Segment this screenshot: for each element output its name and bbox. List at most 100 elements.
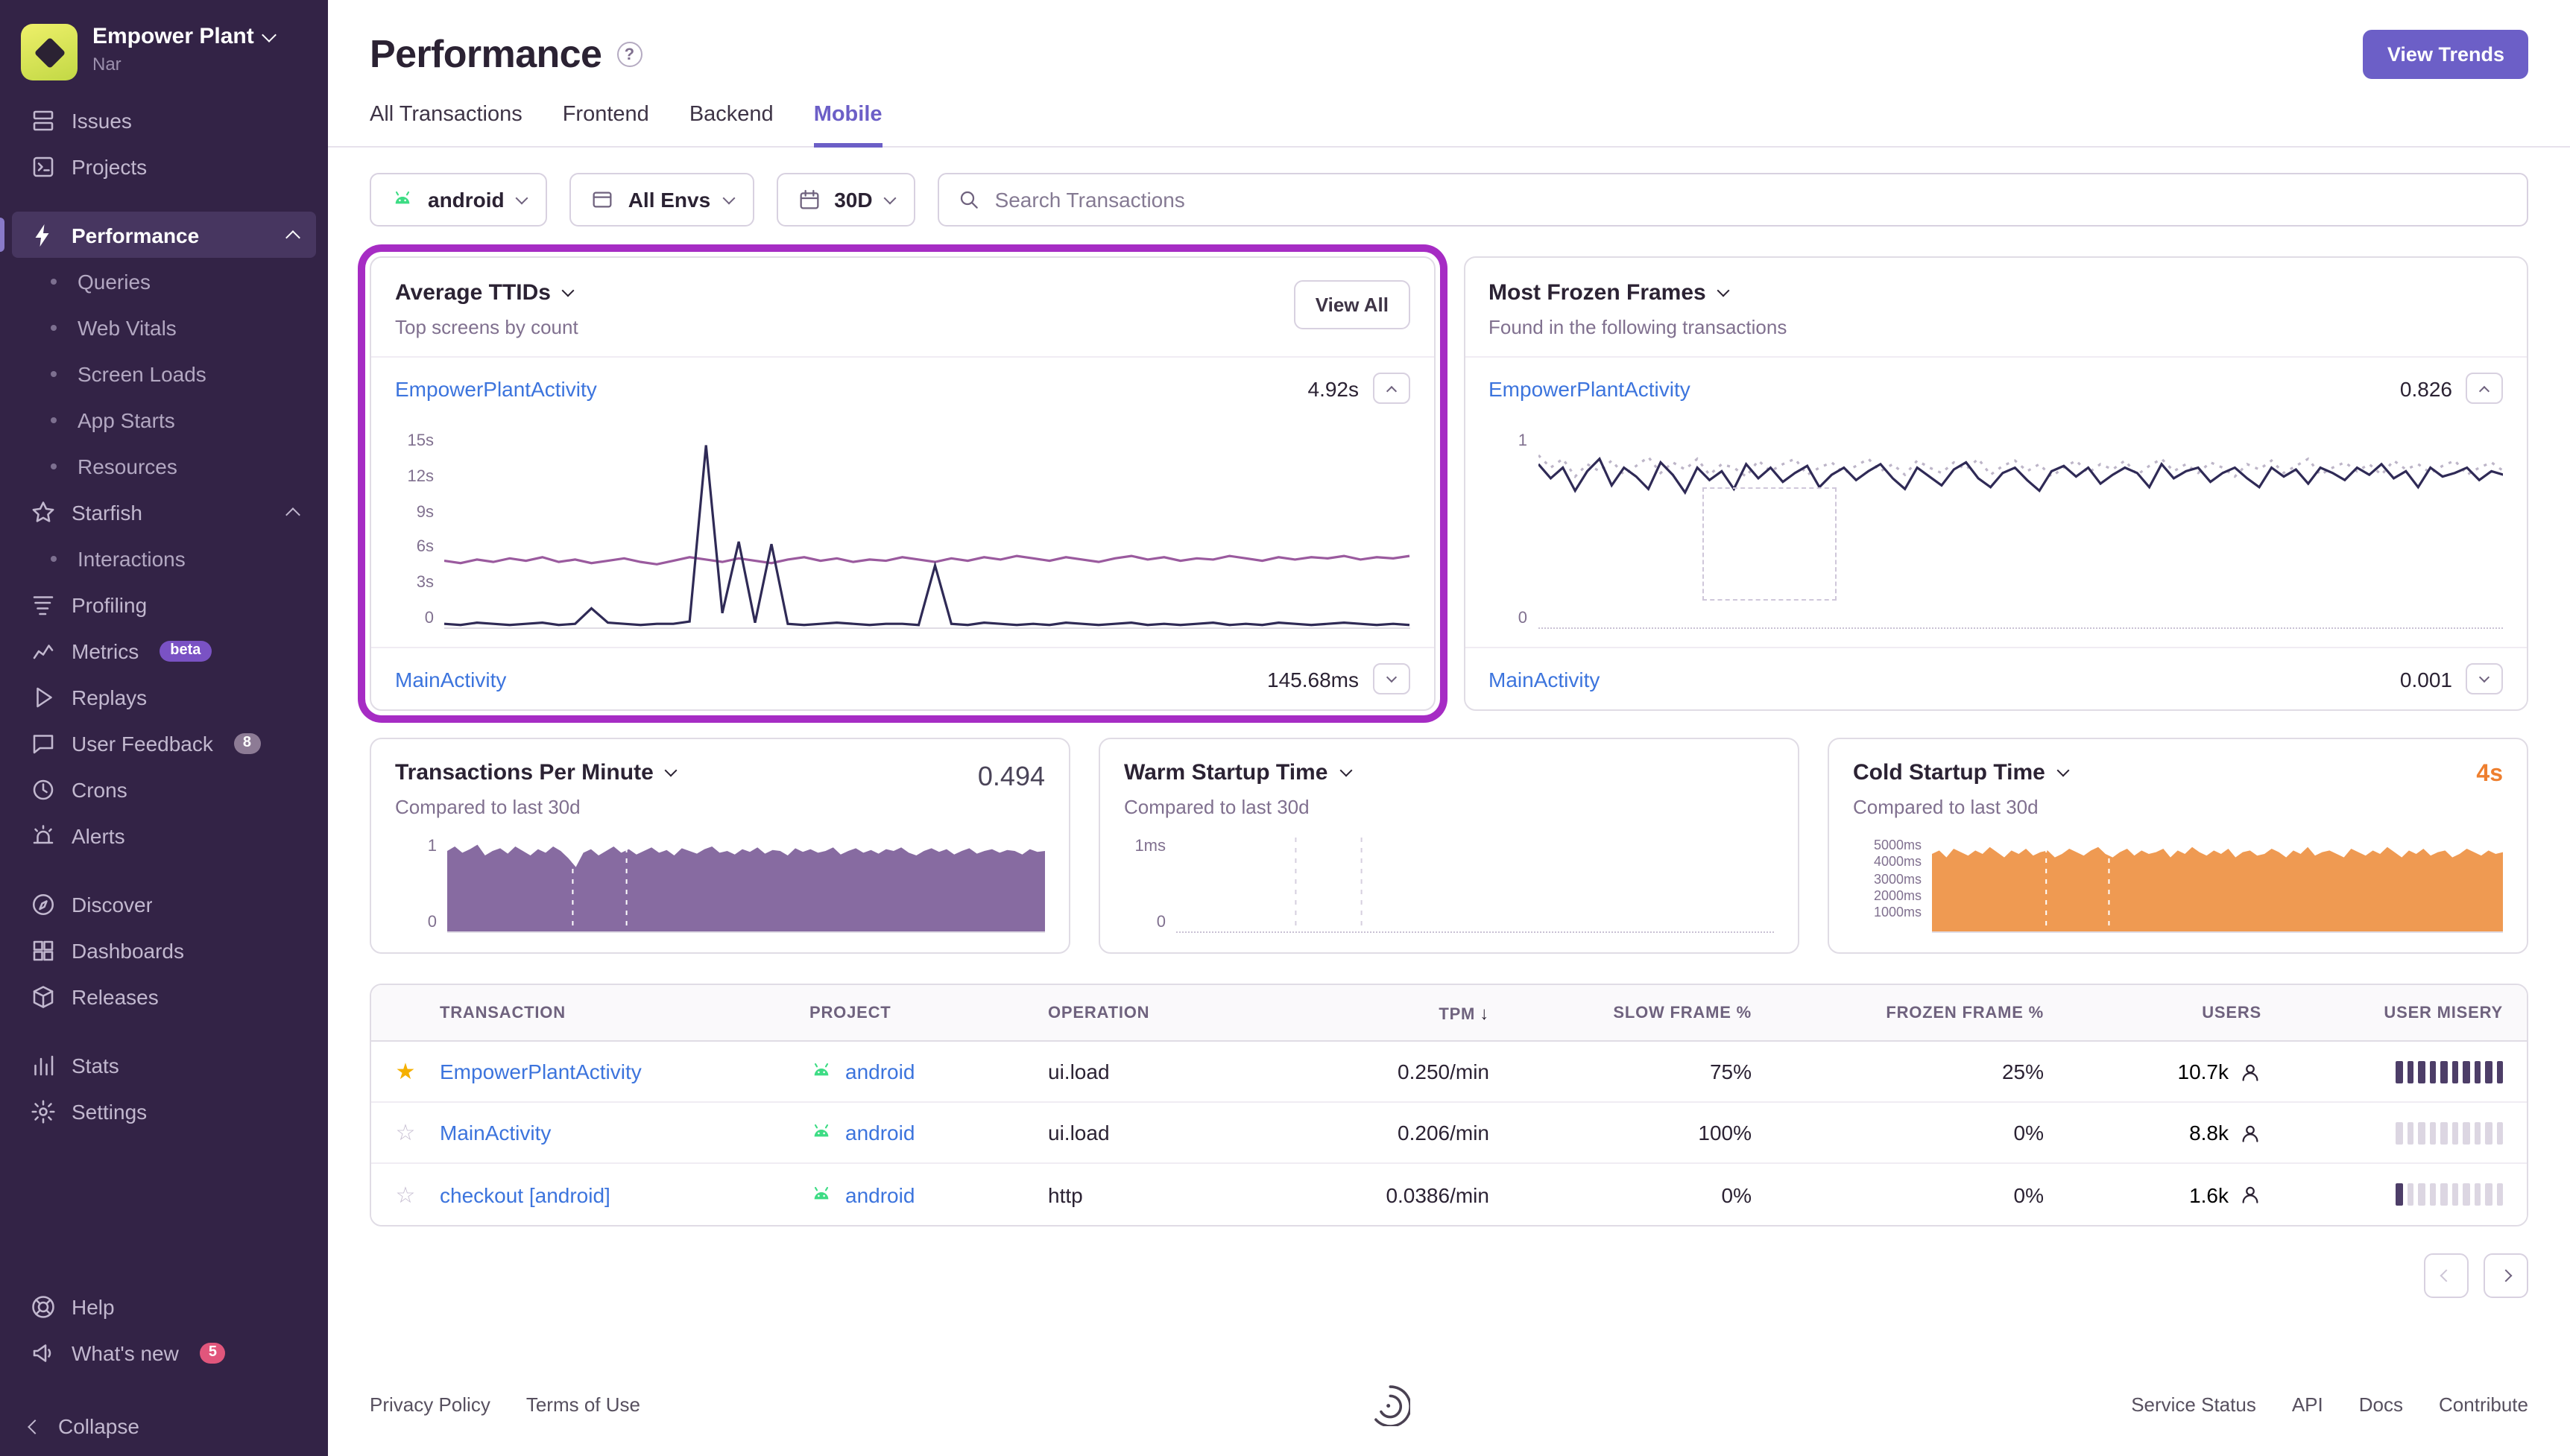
- warm-chart-block: 1ms 0: [1124, 838, 1774, 933]
- nav-spacer: [0, 858, 328, 881]
- terms-of-use-link[interactable]: Terms of Use: [526, 1393, 640, 1415]
- org-switcher[interactable]: Empower Plant Nar: [0, 0, 328, 95]
- column-slow-frame[interactable]: SLOW FRAME %: [1489, 1004, 1752, 1022]
- column-transaction[interactable]: TRANSACTION: [440, 1004, 809, 1022]
- operation-cell: ui.load: [1048, 1121, 1266, 1145]
- sidebar-item-app-starts[interactable]: App Starts: [12, 396, 316, 443]
- lightning-icon: [30, 221, 57, 248]
- expand-toggle-button[interactable]: [1372, 663, 1409, 694]
- docs-link[interactable]: Docs: [2359, 1393, 2403, 1415]
- sidebar-item-replays[interactable]: Replays: [12, 674, 316, 720]
- ttid-value: 4.92s: [1308, 376, 1360, 400]
- sidebar-collapse-button[interactable]: Collapse: [0, 1396, 328, 1456]
- chevron-up-icon: [2479, 385, 2490, 396]
- service-status-link[interactable]: Service Status: [2131, 1393, 2256, 1415]
- next-page-button[interactable]: [2484, 1253, 2528, 1298]
- transaction-link[interactable]: EmpowerPlantActivity: [395, 376, 597, 400]
- frozen-frames-title-select[interactable]: Most Frozen Frames: [1488, 280, 1787, 306]
- ttid-row-empowerplantactivity: EmpowerPlantActivity 4.92s: [371, 356, 1433, 419]
- search-input[interactable]: [995, 188, 2509, 212]
- transaction-link[interactable]: MainActivity: [1488, 667, 1600, 691]
- sidebar-item-releases[interactable]: Releases: [12, 973, 316, 1019]
- nav-spacer: [0, 189, 328, 212]
- tpm-title-select[interactable]: Transactions Per Minute: [395, 760, 1045, 785]
- column-user-misery[interactable]: USER MISERY: [2261, 1004, 2527, 1022]
- favorite-star-filled[interactable]: [371, 1058, 440, 1085]
- column-project[interactable]: PROJECT: [809, 1004, 1048, 1022]
- warm-startup-title-select[interactable]: Warm Startup Time: [1124, 760, 1774, 785]
- expand-toggle-button[interactable]: [2466, 663, 2503, 694]
- transaction-link[interactable]: MainActivity: [395, 667, 506, 691]
- transaction-link[interactable]: checkout [android]: [440, 1183, 809, 1206]
- frozen-chart: [1538, 432, 2503, 629]
- column-frozen-frame[interactable]: FROZEN FRAME %: [1752, 1004, 2044, 1022]
- transaction-link[interactable]: EmpowerPlantActivity: [440, 1060, 809, 1083]
- project-link[interactable]: android: [809, 1183, 1048, 1206]
- date-range-filter[interactable]: 30D: [776, 173, 915, 227]
- favorite-star-outline[interactable]: [371, 1181, 440, 1208]
- frozen-frame-cell: 0%: [1752, 1121, 2044, 1145]
- previous-page-button[interactable]: [2424, 1253, 2469, 1298]
- cold-chart-block: 5000ms 4000ms 3000ms 2000ms 1000ms: [1853, 838, 2503, 933]
- y-axis-labels: 15s 12s 9s 6s 3s 0: [386, 432, 434, 629]
- project-link[interactable]: android: [809, 1060, 1048, 1083]
- column-operation[interactable]: OPERATION: [1048, 1004, 1266, 1022]
- sidebar-item-alerts[interactable]: Alerts: [12, 812, 316, 858]
- user-icon: [2239, 1060, 2261, 1083]
- sidebar-item-issues[interactable]: Issues: [12, 97, 316, 143]
- api-link[interactable]: API: [2292, 1393, 2323, 1415]
- collapse-toggle-button[interactable]: [1372, 373, 1409, 404]
- tab-mobile[interactable]: Mobile: [814, 103, 883, 148]
- frozen-frame-cell: 0%: [1752, 1183, 2044, 1206]
- sidebar-item-web-vitals[interactable]: Web Vitals: [12, 304, 316, 350]
- sidebar-item-projects[interactable]: Projects: [12, 143, 316, 189]
- sidebar-item-resources[interactable]: Resources: [12, 443, 316, 489]
- tab-backend[interactable]: Backend: [689, 103, 774, 148]
- y-axis-labels: 1 0: [1480, 432, 1527, 629]
- cold-startup-title-select[interactable]: Cold Startup Time: [1853, 760, 2503, 785]
- project-link[interactable]: android: [809, 1121, 1048, 1145]
- user-misery-bars: [2261, 1060, 2527, 1083]
- sidebar-item-performance[interactable]: Performance: [12, 212, 316, 258]
- sidebar-item-stats[interactable]: Stats: [12, 1042, 316, 1088]
- sidebar-item-metrics[interactable]: Metricsbeta: [12, 627, 316, 674]
- transaction-link[interactable]: EmpowerPlantActivity: [1488, 376, 1690, 400]
- average-ttids-title-select[interactable]: Average TTIDs: [395, 280, 578, 306]
- sidebar-item-queries[interactable]: Queries: [12, 258, 316, 304]
- sidebar-item-discover[interactable]: Discover: [12, 881, 316, 927]
- sidebar-item-starfish[interactable]: Starfish: [12, 489, 316, 535]
- sidebar-item-crons[interactable]: Crons: [12, 766, 316, 812]
- sidebar-item-help[interactable]: Help: [12, 1283, 316, 1329]
- sidebar-item-whats-new[interactable]: What's new5: [12, 1329, 316, 1376]
- operation-cell: http: [1048, 1183, 1266, 1206]
- search-box[interactable]: [938, 173, 2528, 227]
- android-icon: [391, 188, 414, 212]
- collapse-toggle-button[interactable]: [2466, 373, 2503, 404]
- column-tpm-sorted[interactable]: TPM: [1266, 1002, 1489, 1023]
- project-filter[interactable]: android: [370, 173, 548, 227]
- sidebar-item-dashboards[interactable]: Dashboards: [12, 927, 316, 973]
- sidebar-item-interactions[interactable]: Interactions: [12, 535, 316, 581]
- sidebar-item-screen-loads[interactable]: Screen Loads: [12, 350, 316, 396]
- view-trends-button[interactable]: View Trends: [2364, 30, 2528, 79]
- sidebar-item-settings[interactable]: Settings: [12, 1088, 316, 1134]
- frozen-value: 0.001: [2400, 667, 2452, 691]
- privacy-policy-link[interactable]: Privacy Policy: [370, 1393, 490, 1415]
- package-icon: [30, 983, 57, 1010]
- column-users[interactable]: USERS: [2044, 1004, 2261, 1022]
- siren-icon: [30, 822, 57, 849]
- sidebar-item-user-feedback[interactable]: User Feedback8: [12, 720, 316, 766]
- users-cell: 10.7k: [2044, 1060, 2261, 1083]
- favorite-star-outline[interactable]: [371, 1119, 440, 1146]
- tpm-card: Transactions Per Minute Compared to last…: [370, 738, 1070, 954]
- tab-frontend[interactable]: Frontend: [563, 103, 649, 148]
- contribute-link[interactable]: Contribute: [2439, 1393, 2528, 1415]
- environment-filter[interactable]: All Envs: [570, 173, 754, 227]
- transaction-link[interactable]: MainActivity: [440, 1121, 809, 1145]
- sidebar-item-profiling[interactable]: Profiling: [12, 581, 316, 627]
- bullet-icon: [51, 370, 57, 376]
- view-all-button[interactable]: View All: [1295, 280, 1409, 329]
- tab-all-transactions[interactable]: All Transactions: [370, 103, 522, 148]
- help-icon[interactable]: [616, 42, 642, 67]
- tpm-value: 0.494: [978, 762, 1045, 793]
